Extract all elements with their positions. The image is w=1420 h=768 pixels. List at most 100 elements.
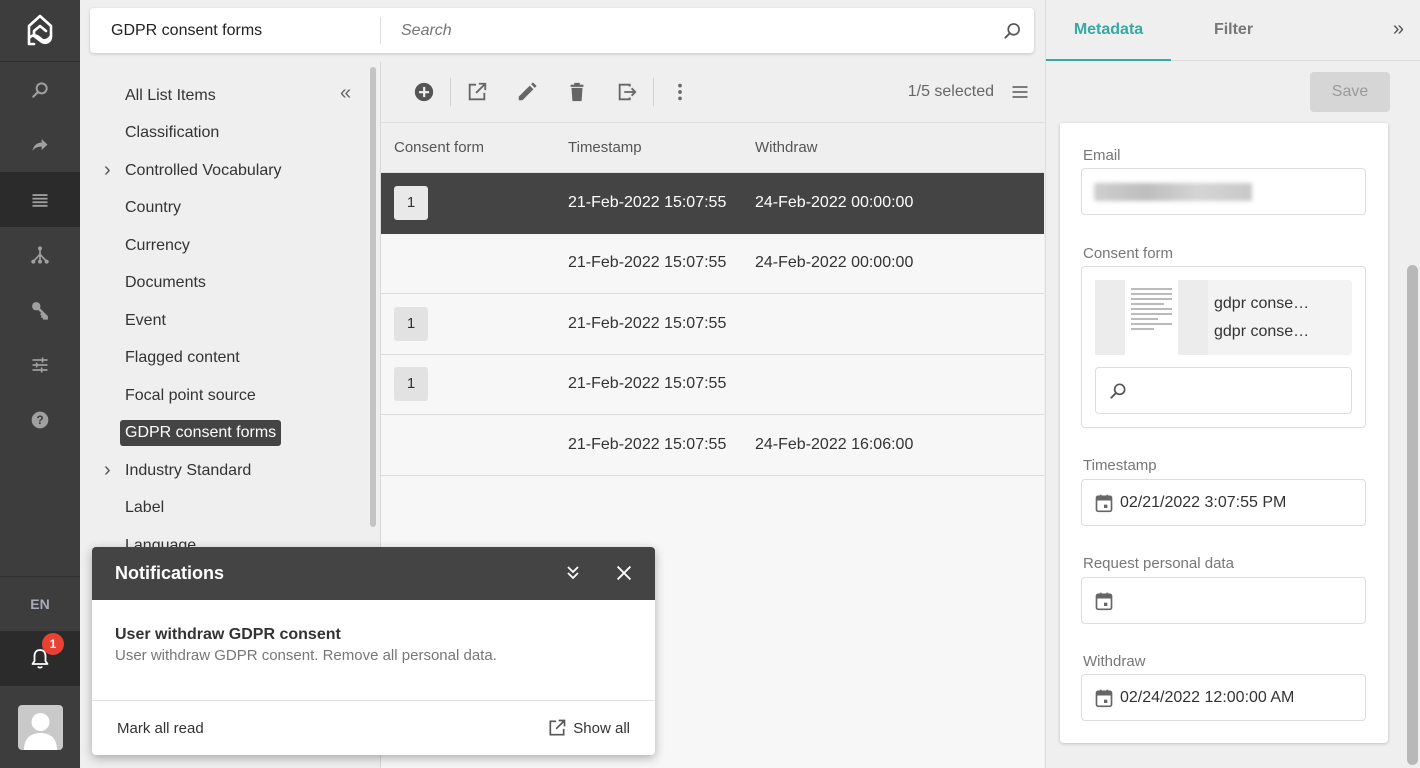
tree-item[interactable]: Classification (80, 115, 370, 153)
search-icon (32, 81, 48, 98)
table-row[interactable]: 21-Feb-2022 15:07:55 24-Feb-2022 00:00:00 (381, 233, 1044, 294)
delete-button[interactable] (552, 72, 602, 112)
table-row[interactable]: 1 21-Feb-2022 15:07:55 (381, 354, 1044, 415)
tab-metadata[interactable]: Metadata (1046, 0, 1171, 61)
search-submit-button[interactable] (990, 21, 1034, 41)
tree-item[interactable]: › Industry Standard (80, 452, 370, 490)
key-icon (32, 301, 48, 320)
tree-item-label: Documents (125, 274, 206, 292)
tree-item[interactable]: Currency (80, 227, 370, 265)
nav-taxonomy[interactable] (0, 227, 80, 282)
svg-text:?: ? (36, 414, 43, 427)
tree-item[interactable]: Documents (80, 265, 370, 303)
notifications-header: Notifications (92, 547, 655, 600)
close-icon (616, 565, 632, 581)
notification-badge: 1 (42, 633, 64, 655)
search-icon (1110, 383, 1126, 399)
tree-item[interactable]: Flagged content (80, 340, 370, 378)
notification-item[interactable]: User withdraw GDPR consent User withdraw… (92, 600, 655, 701)
details-scrollbar[interactable] (1407, 265, 1418, 765)
more-actions-button[interactable] (655, 72, 705, 112)
consent-form-label: Consent form (1083, 245, 1174, 262)
nav-permissions[interactable] (0, 282, 80, 337)
consent-asset[interactable]: gdpr conse… gdpr conse… (1095, 280, 1352, 355)
export-button[interactable] (602, 72, 652, 112)
chevron-right-icon[interactable]: › (104, 459, 111, 482)
add-button[interactable] (399, 72, 449, 112)
column-header-withdraw[interactable]: Withdraw (755, 139, 1044, 156)
table-row[interactable]: 21-Feb-2022 15:07:55 24-Feb-2022 16:06:00 (381, 415, 1044, 476)
consent-form-count-chip[interactable]: 1 (394, 186, 428, 221)
open-button[interactable] (452, 72, 502, 112)
tree-item[interactable]: Country (80, 190, 370, 228)
tree-item[interactable]: All List Items (80, 77, 370, 115)
tree-item-label: All List Items (125, 86, 216, 104)
metadata-form: Email Consent form gdpr conse… gdpr cons… (1060, 123, 1388, 743)
withdraw-field[interactable]: 02/24/2022 12:00:00 AM (1081, 674, 1366, 721)
tree-item[interactable]: › Controlled Vocabulary (80, 152, 370, 190)
tree-item-label: Controlled Vocabulary (125, 161, 282, 179)
language-switch[interactable]: EN (0, 576, 80, 631)
table-row[interactable]: 1 21-Feb-2022 15:07:55 (381, 294, 1044, 355)
tree-scrollbar[interactable] (370, 67, 376, 527)
notifications-title: Notifications (115, 563, 225, 583)
calendar-icon (1095, 689, 1113, 707)
close-notifications-button[interactable] (613, 562, 635, 589)
app-logo[interactable] (0, 0, 80, 62)
selection-count: 1/5 selected (907, 83, 994, 100)
cell-timestamp: 21-Feb-2022 15:07:55 (568, 254, 727, 272)
minimize-notifications-button[interactable] (561, 561, 585, 590)
hierarchy-icon (31, 245, 49, 264)
asset-search-input[interactable] (1095, 367, 1352, 414)
tree-item-label: Currency (125, 236, 190, 254)
details-panel: Metadata Filter » Save Email Consent for… (1045, 0, 1420, 768)
consent-form-count-chip[interactable]: 1 (394, 367, 428, 402)
pencil-icon (518, 82, 537, 101)
avatar (17, 704, 63, 750)
nav-help[interactable]: ? (0, 392, 80, 447)
asset-names: gdpr conse… gdpr conse… (1208, 280, 1309, 355)
consent-form-count-chip[interactable]: 1 (394, 306, 428, 341)
tree-item[interactable]: Event (80, 302, 370, 340)
tab-filter[interactable]: Filter (1171, 0, 1296, 60)
add-circle-icon (414, 82, 434, 102)
document-preview (1125, 280, 1178, 355)
timestamp-label: Timestamp (1083, 457, 1157, 474)
main-nav-rail: ? EN 1 (0, 0, 80, 768)
tree-item[interactable]: GDPR consent forms (80, 415, 370, 453)
toolbar-separator (653, 78, 654, 106)
request-personal-data-field[interactable] (1081, 577, 1366, 624)
nav-settings[interactable] (0, 337, 80, 392)
show-all-button[interactable]: Show all (547, 718, 630, 738)
grid-toolbar: 1/5 selected (381, 62, 1044, 123)
search-input[interactable] (381, 21, 990, 40)
notifications-button[interactable]: 1 (0, 631, 80, 686)
user-menu[interactable] (0, 686, 80, 768)
asset-thumbnail (1095, 280, 1208, 355)
view-options-button[interactable] (1010, 82, 1030, 107)
timestamp-field[interactable]: 02/21/2022 3:07:55 PM (1081, 479, 1366, 526)
column-header-consent-form[interactable]: Consent form (381, 139, 568, 156)
tree-item[interactable]: Label (80, 490, 370, 528)
search-icon (1004, 22, 1020, 39)
nav-lists[interactable] (0, 172, 80, 227)
nav-search[interactable] (0, 62, 80, 117)
collapse-panel-button[interactable]: » (1393, 18, 1404, 41)
nav-share[interactable] (0, 117, 80, 172)
list-icon (32, 193, 48, 207)
list-title: GDPR consent forms (90, 17, 381, 44)
table-row[interactable]: 1 21-Feb-2022 15:07:55 24-Feb-2022 00:00:0… (381, 173, 1044, 234)
export-icon (618, 83, 637, 101)
mark-all-read-button[interactable]: Mark all read (117, 720, 204, 737)
save-button[interactable]: Save (1310, 72, 1390, 112)
trash-icon (570, 82, 584, 102)
chevron-right-icon[interactable]: › (104, 159, 111, 182)
cell-timestamp: 21-Feb-2022 15:07:55 (568, 375, 727, 393)
tree-item[interactable]: Focal point source (80, 377, 370, 415)
tree-item-label: Flagged content (125, 349, 240, 367)
edit-button[interactable] (502, 72, 552, 112)
email-field[interactable] (1081, 168, 1366, 215)
rail-bottom: EN 1 (0, 576, 80, 768)
column-header-timestamp[interactable]: Timestamp (568, 139, 755, 156)
timestamp-value: 02/21/2022 3:07:55 PM (1120, 493, 1287, 511)
